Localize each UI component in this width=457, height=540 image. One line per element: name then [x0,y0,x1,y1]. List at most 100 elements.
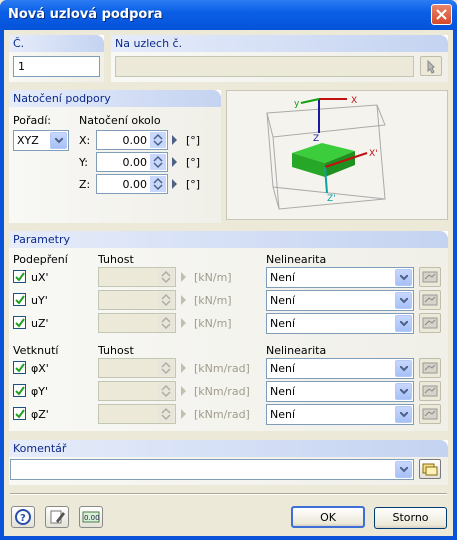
restraints-nonlin-edit-button[interactable] [419,381,441,401]
comment-group: Komentář [9,440,448,485]
number-input[interactable]: 1 [13,56,100,77]
restraints-checkbox[interactable] [13,407,26,420]
supports-checkbox[interactable] [13,270,26,283]
restraint-header: Vetknutí [13,344,59,357]
help-button[interactable]: ? [11,506,35,528]
parameters-group: Parametry Podepření Tuhost Nelinearita u… [9,231,448,431]
restraints-unit: [kNm/rad] [194,408,250,421]
nodes-label: Na uzlech č. [115,37,183,50]
nonlin-header: Nelinearita [266,253,327,266]
spinner-icon [158,269,174,285]
supports-stiffness-input[interactable] [98,313,176,333]
supports-stiffness-input[interactable] [98,267,176,287]
restraints-checkbox[interactable] [13,361,26,374]
restraints-nonlin-edit-button[interactable] [419,404,441,424]
restraints-nonlinearity-select[interactable]: Není [266,381,414,402]
chevron-down-icon [400,467,408,473]
restraints-label: φY' [31,385,48,398]
nonlin-header-2: Nelinearita [266,344,327,357]
next-arrow-icon[interactable] [170,130,180,150]
axis-xp-label: X' [369,149,378,159]
spinner-icon [158,406,174,422]
restraints-checkbox[interactable] [13,384,26,397]
nodes-input[interactable] [115,56,414,77]
stiffness-header: Tuhost [98,253,134,266]
next-arrow-icon[interactable] [179,404,189,424]
supports-stiffness-input[interactable] [98,290,176,310]
nonlin-edit-icon [422,362,438,374]
supports-nonlinearity-select[interactable]: Není [266,290,414,311]
comment-library-button[interactable] [419,459,441,479]
pick-node-button[interactable] [420,56,442,76]
library-icon [422,463,438,476]
next-arrow-icon[interactable] [179,290,189,310]
next-arrow-icon[interactable] [170,152,180,172]
edit-icon [50,510,65,524]
svg-text:0.00: 0.00 [84,514,100,522]
chevron-down-icon [400,389,408,395]
restraints-stiffness-input[interactable] [98,404,176,424]
supports-checkbox[interactable] [13,316,26,329]
comment-label: Komentář [13,442,67,455]
supports-unit: [kN/m] [194,271,232,284]
edit-button[interactable] [45,506,69,528]
axis-z-label: Z [313,134,319,144]
supports-nonlinearity-select[interactable]: Není [266,313,414,334]
supports-unit: [kN/m] [194,317,232,330]
comment-input[interactable] [10,459,414,480]
nonlin-edit-icon [422,294,438,306]
order-label: Pořadí: [13,114,51,127]
support-3d-diagram: y X X' Z Z' [266,96,386,210]
restraints-nonlinearity-select[interactable]: Není [266,404,414,425]
supports-label: uY' [31,294,48,307]
supports-nonlin-edit-button[interactable] [419,267,441,287]
spinner-icon [158,315,174,331]
restraints-stiffness-input[interactable] [98,381,176,401]
order-select[interactable]: XYZ [13,130,69,151]
pick-node-icon [427,59,435,74]
check-icon [15,409,25,419]
nonlin-edit-icon [422,385,438,397]
check-icon [15,363,25,373]
rot-x-unit: [°] [186,134,201,147]
support-preview: y X X' Z Z' [226,90,448,220]
rot-x-input[interactable]: 0.00 [96,130,168,150]
axis-zp-label: Z' [327,194,336,204]
chevron-down-icon [400,321,408,327]
title-bar[interactable]: Nová uzlová podpora [0,0,457,30]
nodes-group: Na uzlech č. [111,35,448,82]
dialog-client: Č. 1 Na uzlech č. Natočení podpory Pořad… [4,30,453,536]
next-arrow-icon[interactable] [179,313,189,333]
dialog-window: Nová uzlová podpora Č. 1 Na uzlech č. Na… [0,0,457,540]
supports-nonlinearity-select[interactable]: Není [266,267,414,288]
chevron-down-icon [400,366,408,372]
stiffness-header-2: Tuhost [98,344,134,357]
next-arrow-icon[interactable] [170,174,180,194]
axis-y-label: y [294,99,300,109]
spinner-icon [150,154,166,170]
next-arrow-icon[interactable] [179,267,189,287]
units-button[interactable]: 0.00 [79,506,103,528]
rot-y-input[interactable]: 0.00 [96,152,168,172]
rot-z-input[interactable]: 0.00 [96,174,168,194]
chevron-down-icon [400,412,408,418]
restraints-nonlin-edit-button[interactable] [419,358,441,378]
supports-checkbox[interactable] [13,293,26,306]
close-button[interactable] [431,4,452,25]
check-icon [15,295,25,305]
restraints-label: φZ' [31,408,49,421]
ok-button[interactable]: OK [291,506,365,528]
restraints-stiffness-input[interactable] [98,358,176,378]
next-arrow-icon[interactable] [179,358,189,378]
rot-z-label: Z: [79,178,91,191]
svg-text:?: ? [20,513,26,524]
cancel-button[interactable]: Storno [374,507,447,529]
supports-nonlin-edit-button[interactable] [419,290,441,310]
restraints-nonlinearity-select[interactable]: Není [266,358,414,379]
next-arrow-icon[interactable] [179,381,189,401]
spinner-icon [158,383,174,399]
supports-nonlin-edit-button[interactable] [419,313,441,333]
nonlin-edit-icon [422,271,438,283]
chevron-down-icon [400,275,408,281]
rot-y-unit: [°] [186,156,201,169]
